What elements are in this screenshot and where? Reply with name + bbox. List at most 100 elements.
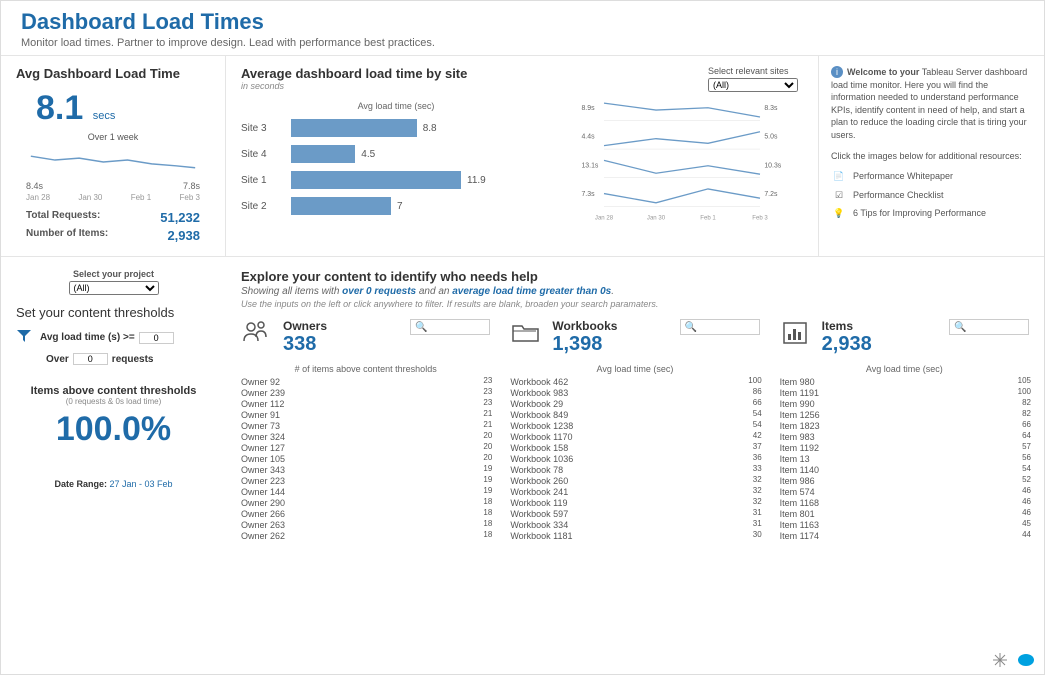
list-item[interactable]: Owner 23923 bbox=[241, 388, 490, 398]
axis-label: Feb 3 bbox=[180, 193, 200, 202]
spark-start-label: 8.4s bbox=[26, 181, 43, 191]
list-item[interactable]: Owner 26218 bbox=[241, 531, 490, 541]
workbooks-chart[interactable]: Avg load time (sec) Workbook 462100Workb… bbox=[510, 364, 759, 541]
row-label: Item 986 bbox=[780, 476, 850, 486]
workbooks-axis-label: Avg load time (sec) bbox=[510, 364, 759, 374]
site-multiline-chart[interactable]: 8.9s8.3s4.4s5.0s13.1s10.3s7.3s7.2sJan 28… bbox=[561, 91, 803, 224]
list-item[interactable]: Item 114054 bbox=[780, 465, 1029, 475]
list-item[interactable]: Item 182366 bbox=[780, 421, 1029, 431]
list-item[interactable]: Owner 14419 bbox=[241, 487, 490, 497]
list-item[interactable]: Owner 9223 bbox=[241, 377, 490, 387]
list-item[interactable]: Item 116846 bbox=[780, 498, 1029, 508]
list-item[interactable]: Workbook 2966 bbox=[510, 399, 759, 409]
items-chart[interactable]: Avg load time (sec) Item 980105Item 1191… bbox=[780, 364, 1029, 541]
list-item[interactable]: Workbook 117042 bbox=[510, 432, 759, 442]
list-item[interactable]: Workbook 11932 bbox=[510, 498, 759, 508]
workbooks-search[interactable]: 🔍 bbox=[680, 319, 760, 335]
list-item[interactable]: Owner 9121 bbox=[241, 410, 490, 420]
row-value: 30 bbox=[753, 530, 762, 539]
list-item[interactable]: Item 1356 bbox=[780, 454, 1029, 464]
above-threshold-sub: (0 requests & 0s load time) bbox=[16, 397, 211, 406]
list-item[interactable]: Owner 22319 bbox=[241, 476, 490, 486]
list-item[interactable]: Item 116345 bbox=[780, 520, 1029, 530]
list-item[interactable]: Owner 12720 bbox=[241, 443, 490, 453]
welcome-click-label: Click the images below for additional re… bbox=[831, 150, 1032, 163]
list-item[interactable]: Workbook 118130 bbox=[510, 531, 759, 541]
list-item[interactable]: Item 99082 bbox=[780, 399, 1029, 409]
items-search[interactable]: 🔍 bbox=[949, 319, 1029, 335]
svg-text:5.0s: 5.0s bbox=[764, 134, 778, 141]
list-item[interactable]: Owner 73 21 bbox=[241, 421, 490, 431]
explore-sub-hl: over 0 requests bbox=[342, 286, 416, 297]
row-label: Workbook 78 bbox=[510, 465, 580, 475]
list-item[interactable]: Item 80146 bbox=[780, 509, 1029, 519]
list-item[interactable]: Workbook 33431 bbox=[510, 520, 759, 530]
row-value: 105 bbox=[1018, 376, 1031, 385]
list-item[interactable]: Item 98652 bbox=[780, 476, 1029, 486]
list-item[interactable]: Workbook 103636 bbox=[510, 454, 759, 464]
requests-threshold-input[interactable] bbox=[73, 353, 108, 365]
project-select[interactable]: (All) bbox=[69, 281, 159, 295]
row-label: Owner 91 bbox=[241, 410, 311, 420]
list-item[interactable]: Workbook 98386 bbox=[510, 388, 759, 398]
list-item[interactable]: Workbook 59731 bbox=[510, 509, 759, 519]
list-item[interactable]: Workbook 24132 bbox=[510, 487, 759, 497]
row-value: 31 bbox=[753, 508, 762, 517]
list-item[interactable]: Owner 26318 bbox=[241, 520, 490, 530]
row-label: Owner 112 bbox=[241, 399, 311, 409]
list-item[interactable]: Owner 112 23 bbox=[241, 399, 490, 409]
row-label: Owner 73 bbox=[241, 421, 311, 431]
list-item[interactable]: Workbook 462100 bbox=[510, 377, 759, 387]
row-label: Item 1256 bbox=[780, 410, 850, 420]
site-bar-value: 4.5 bbox=[361, 149, 375, 160]
owners-search[interactable]: 🔍 bbox=[410, 319, 490, 335]
list-item[interactable]: Item 117444 bbox=[780, 531, 1029, 541]
list-item[interactable]: Workbook 123854 bbox=[510, 421, 759, 431]
row-value: 20 bbox=[483, 431, 492, 440]
list-item[interactable]: Owner 29018 bbox=[241, 498, 490, 508]
site-filter-select[interactable]: (All) bbox=[708, 78, 798, 92]
list-item[interactable]: Workbook 84954 bbox=[510, 410, 759, 420]
list-item[interactable]: Item 980105 bbox=[780, 377, 1029, 387]
resource-whitepaper[interactable]: 📄 Performance Whitepaper bbox=[831, 170, 1032, 183]
row-value: 19 bbox=[483, 486, 492, 495]
row-value: 18 bbox=[483, 497, 492, 506]
owners-column: Owners 338 🔍 # of items above content th… bbox=[241, 319, 490, 542]
row-value: 18 bbox=[483, 530, 492, 539]
list-item[interactable]: Workbook 26032 bbox=[510, 476, 759, 486]
info-icon: i bbox=[831, 66, 843, 78]
list-item[interactable]: Item 119257 bbox=[780, 443, 1029, 453]
list-item[interactable]: Item 57446 bbox=[780, 487, 1029, 497]
avg-sparkline[interactable] bbox=[26, 146, 200, 179]
site-bar-row[interactable]: Site 38.8 bbox=[241, 119, 551, 137]
site-bar bbox=[291, 119, 417, 137]
list-item[interactable]: Owner 34319 bbox=[241, 465, 490, 475]
list-item[interactable]: Owner 10520 bbox=[241, 454, 490, 464]
load-threshold-input[interactable] bbox=[139, 332, 174, 344]
svg-text:8.3s: 8.3s bbox=[764, 105, 778, 112]
list-item[interactable]: Workbook 7833 bbox=[510, 465, 759, 475]
list-item[interactable]: Item 125682 bbox=[780, 410, 1029, 420]
list-item[interactable]: Item 98364 bbox=[780, 432, 1029, 442]
resource-tips[interactable]: 💡 6 Tips for Improving Performance bbox=[831, 207, 1032, 220]
owners-chart[interactable]: # of items above content thresholds Owne… bbox=[241, 364, 490, 541]
list-item[interactable]: Workbook 15837 bbox=[510, 443, 759, 453]
row-value: 21 bbox=[483, 420, 492, 429]
owners-icon bbox=[241, 319, 273, 347]
row-value: 37 bbox=[753, 442, 762, 451]
resource-label: Performance Whitepaper bbox=[853, 170, 953, 183]
svg-text:Jan 30: Jan 30 bbox=[647, 215, 666, 221]
row-value: 66 bbox=[1022, 420, 1031, 429]
list-item[interactable]: Owner 32420 bbox=[241, 432, 490, 442]
site-bar-row[interactable]: Site 44.5 bbox=[241, 145, 551, 163]
row-value: 23 bbox=[483, 398, 492, 407]
row-value: 32 bbox=[753, 497, 762, 506]
site-bar-row[interactable]: Site 111.9 bbox=[241, 171, 551, 189]
site-bar-row[interactable]: Site 27 bbox=[241, 197, 551, 215]
list-item[interactable]: Item 1191100 bbox=[780, 388, 1029, 398]
list-item[interactable]: Owner 26618 bbox=[241, 509, 490, 519]
site-bar bbox=[291, 197, 391, 215]
row-label: Workbook 462 bbox=[510, 377, 580, 387]
resource-checklist[interactable]: ☑ Performance Checklist bbox=[831, 189, 1032, 202]
site-bar-chart[interactable]: Avg load time (sec) Site 38.8Site 44.5Si… bbox=[241, 101, 551, 215]
